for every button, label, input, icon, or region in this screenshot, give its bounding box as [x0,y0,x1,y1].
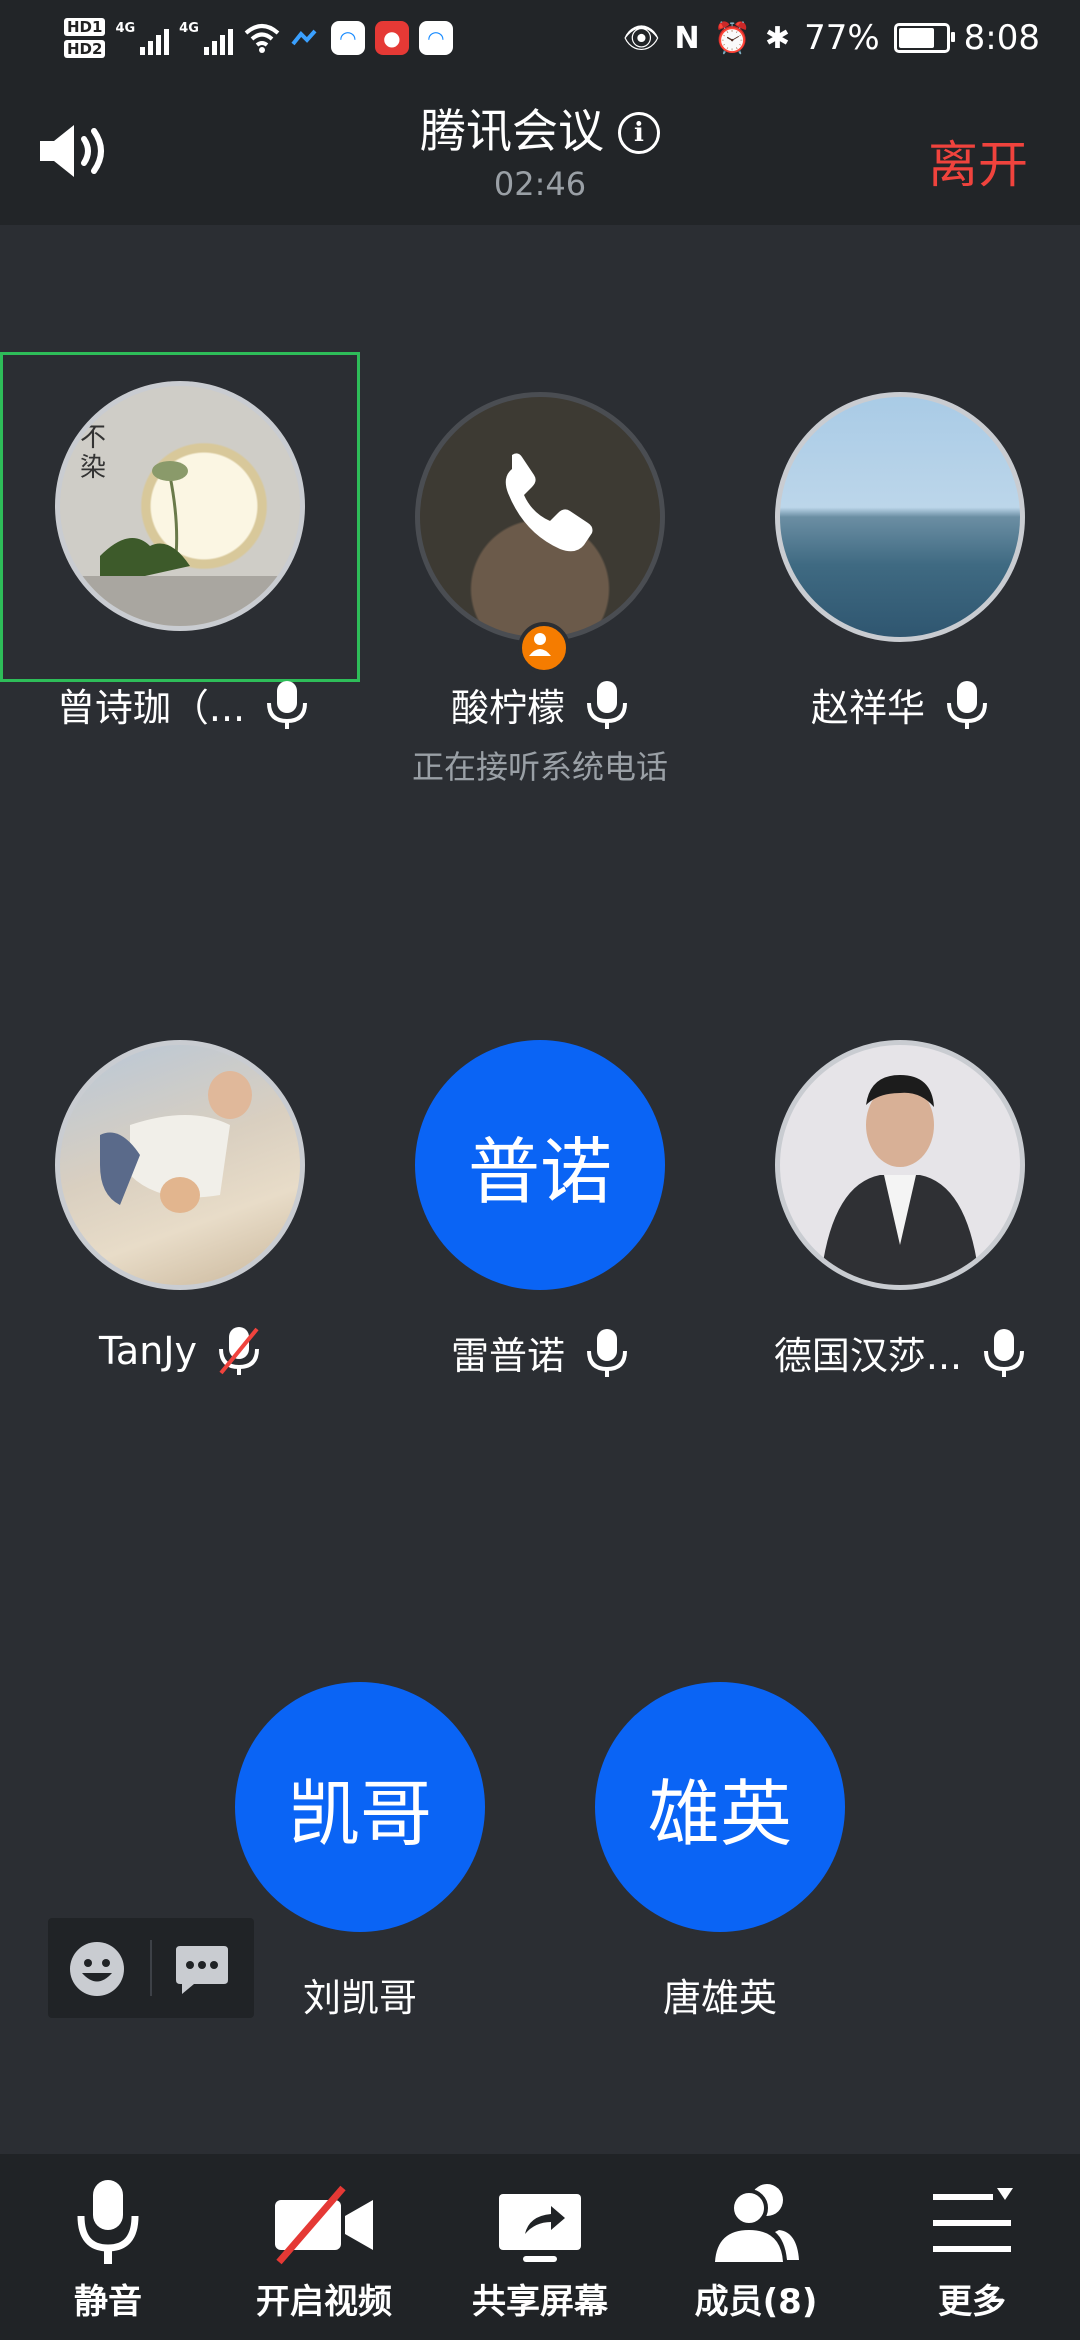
battery-icon [893,23,955,53]
participant-avatar [775,392,1025,642]
participant-tile[interactable]: 雄英 唐雄英 [540,1642,900,2020]
leave-button[interactable]: 离开 [928,125,1028,197]
more-menu-icon [933,2188,1013,2252]
participant-avatar [415,392,665,642]
divider [150,1940,152,1996]
network-type-2: 4G [179,21,199,36]
tencent-meeting-notification-icon-2: ◠ [418,21,453,55]
members-icon [715,2184,799,2262]
microphone-icon [947,680,987,729]
microphone-icon [587,1328,627,1377]
participant-name: 刘凯哥 [302,1976,417,2020]
participant-tile[interactable]: 酸柠檬 正在接听系统电话 [360,352,720,786]
alarm-icon: ⏰ [713,20,751,56]
more-label: 更多 [938,2282,1006,2322]
microphone-icon [587,680,627,729]
signal-icon-1: 4G [115,21,170,55]
more-button[interactable]: 更多 [864,2154,1080,2340]
phone-call-icon [505,453,593,552]
meeting-toolbar: 静音 开启视频 共享屏幕 成员(8) 更多 [0,2154,1080,2340]
participant-tile[interactable]: 赵祥华 [720,352,1080,730]
reaction-chat-bar [48,1918,254,2018]
participant-name: 曾诗珈（... [56,686,246,730]
nfc-icon: N [674,20,700,56]
participant-name: TanJy [99,1329,197,1373]
hd1-text: HD [67,18,93,36]
wifi-icon [244,24,280,53]
avatar-photo: 不 染 [60,423,300,626]
participant-name: 唐雄英 [662,1976,777,2020]
meeting-timer: 02:46 [493,165,587,203]
chat-icon[interactable] [174,1942,230,1996]
app-notification-icon [291,29,317,46]
status-bar-right: 👁 N ⏰ ✱ 77% 8:08 [622,8,1040,68]
hd1-sub: 1 [92,18,103,36]
participant-name-row: 唐雄英 [540,1967,900,2022]
start-video-button[interactable]: 开启视频 [216,2154,432,2340]
emoji-icon[interactable] [68,1940,126,1998]
share-screen-icon [499,2194,581,2262]
hd2-badge: HD2 [64,40,106,58]
microphone-muted-icon [219,1327,259,1375]
members-label: 成员(8) [694,2282,818,2322]
participant-name-row: 赵祥华 [720,677,1080,732]
video-off-icon [275,2185,373,2265]
participant-name: 雷普诺 [450,1334,565,1378]
participant-avatar [775,1040,1025,1290]
bluetooth-icon: ✱ [764,20,791,56]
tencent-meeting-notification-icon: ◠ [330,21,365,55]
meeting-title[interactable]: 腾讯会议 i [0,95,1080,161]
participant-name-row: 曾诗珈（... [3,677,363,732]
svg-text:不: 不 [80,423,106,453]
participant-name-row: 德国汉莎... [720,1325,1080,1380]
mute-button[interactable]: 静音 [0,2154,216,2340]
participant-tile[interactable]: 德国汉莎... [720,1000,1080,1378]
meeting-title-text: 腾讯会议 [420,104,604,158]
hd1-badge: HD1 [64,18,106,36]
start-video-label: 开启视频 [256,2282,392,2322]
participant-status-text: 正在接听系统电话 [411,748,668,786]
participant-avatar-initials: 凯哥 [235,1682,485,1932]
battery-percent: 77% [804,18,880,58]
participant-avatar: 不 染 [55,381,305,631]
network-type-1: 4G [115,21,136,36]
hd-indicators: HD1 HD2 [64,18,106,58]
participant-name: 酸柠檬 [450,686,565,730]
svg-text:染: 染 [80,453,106,483]
participant-tile[interactable]: 不 染 曾诗珈（... [0,352,360,730]
hd2-sub: 2 [92,40,103,58]
participant-avatar [55,1040,305,1290]
participant-name-row: TanJy [0,1325,360,1377]
participant-avatar-initials: 普诺 [415,1040,665,1290]
members-button[interactable]: 成员(8) [648,2154,864,2340]
clock: 8:08 [963,18,1040,58]
mute-label: 静音 [74,2282,142,2322]
avatar-photo [100,1071,252,1213]
meeting-header: 腾讯会议 i 02:46 离开 [0,75,1080,225]
avatar-photo [820,1075,980,1285]
share-screen-label: 共享屏幕 [472,2282,608,2322]
person-icon [529,633,551,656]
microphone-icon [267,680,308,729]
host-badge-icon [518,622,570,674]
signal-icon-2: 4G [179,21,233,55]
share-screen-button[interactable]: 共享屏幕 [432,2154,648,2340]
eye-icon: 👁 [622,20,661,56]
info-icon[interactable]: i [618,112,660,154]
participant-tile[interactable]: TanJy [0,1000,360,1375]
status-bar-left: HD1 HD2 4G 4G ◠ ● ◠ [64,10,453,66]
participant-name-row: 酸柠檬 [360,677,720,732]
microphone-icon [984,1328,1025,1377]
hd2-text: HD [67,40,93,58]
participant-name: 赵祥华 [810,686,925,730]
participant-name-row: 雷普诺 [360,1325,720,1380]
participant-tile[interactable]: 普诺 雷普诺 [360,1000,720,1378]
participant-name: 德国汉莎... [773,1334,963,1378]
status-bar: HD1 HD2 4G 4G ◠ ● ◠ 👁 N ⏰ ✱ 77% 8:08 [0,0,1080,75]
microphone-icon [77,2180,139,2264]
microphone-notification-icon: ● [374,21,409,55]
participant-avatar-initials: 雄英 [595,1682,845,1932]
